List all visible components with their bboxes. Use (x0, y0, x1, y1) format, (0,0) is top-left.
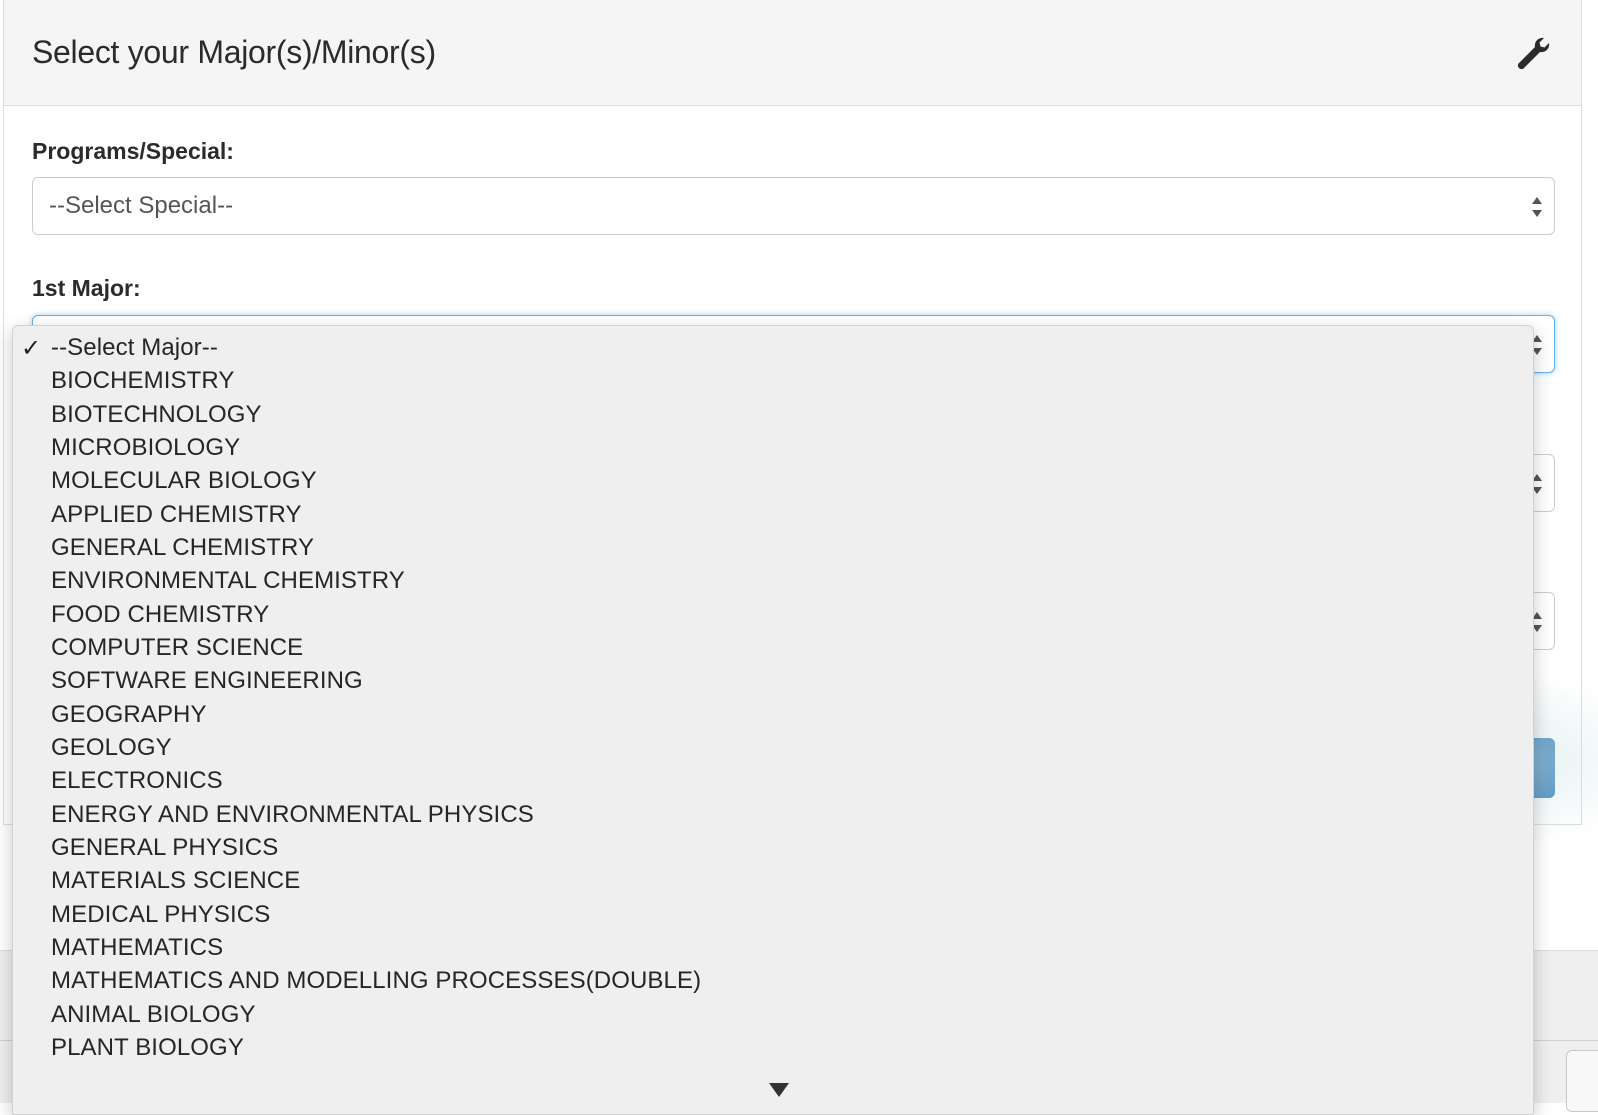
dropdown-option[interactable]: BIOCHEMISTRY (51, 367, 234, 395)
dropdown-option[interactable]: MATHEMATICS (51, 934, 223, 962)
dropdown-option[interactable]: APPLIED CHEMISTRY (51, 501, 302, 529)
special-select[interactable]: --Select Special-- (32, 177, 1555, 235)
dropdown-option[interactable]: COMPUTER SCIENCE (51, 634, 303, 662)
dropdown-option[interactable]: ELECTRONICS (51, 767, 223, 795)
dropdown-option[interactable]: GENERAL PHYSICS (51, 834, 278, 862)
special-select-value: --Select Special-- (49, 192, 234, 219)
special-label: Programs/Special: (32, 138, 234, 164)
major1-label: 1st Major: (32, 275, 141, 301)
select-arrows-icon (1532, 197, 1542, 217)
dropdown-option[interactable]: FOOD CHEMISTRY (51, 601, 269, 629)
dropdown-option[interactable]: PLANT BIOLOGY (51, 1034, 244, 1062)
dropdown-option[interactable]: GENERAL CHEMISTRY (51, 534, 314, 562)
wrench-icon[interactable] (1513, 34, 1553, 74)
dropdown-option[interactable]: MEDICAL PHYSICS (51, 901, 270, 929)
dropdown-option[interactable]: BIOTECHNOLOGY (51, 401, 262, 429)
dropdown-option[interactable]: GEOLOGY (51, 734, 172, 762)
dropdown-option[interactable]: GEOGRAPHY (51, 701, 207, 729)
check-icon: ✓ (21, 335, 42, 362)
dropdown-option[interactable]: --Select Major-- (51, 334, 218, 362)
dropdown-option[interactable]: MATHEMATICS AND MODELLING PROCESSES(DOUB… (51, 967, 701, 995)
dropdown-option[interactable]: ENVIRONMENTAL CHEMISTRY (51, 567, 405, 595)
scroll-down-icon[interactable] (769, 1083, 789, 1097)
dropdown-option[interactable]: ANIMAL BIOLOGY (51, 1001, 256, 1029)
dropdown-option[interactable]: ENERGY AND ENVIRONMENTAL PHYSICS (51, 801, 534, 829)
dropdown-option[interactable]: MICROBIOLOGY (51, 434, 240, 462)
panel-title: Select your Major(s)/Minor(s) (32, 34, 436, 70)
major1-dropdown-list[interactable]: ✓ --Select Major-- BIOCHEMISTRY BIOTECHN… (12, 325, 1534, 1115)
corner-dropdown-button[interactable] (1566, 1050, 1598, 1112)
panel-heading: Select your Major(s)/Minor(s) (4, 0, 1581, 106)
dropdown-option[interactable]: MATERIALS SCIENCE (51, 867, 300, 895)
dropdown-option[interactable]: MOLECULAR BIOLOGY (51, 467, 317, 495)
dropdown-option[interactable]: SOFTWARE ENGINEERING (51, 667, 363, 695)
